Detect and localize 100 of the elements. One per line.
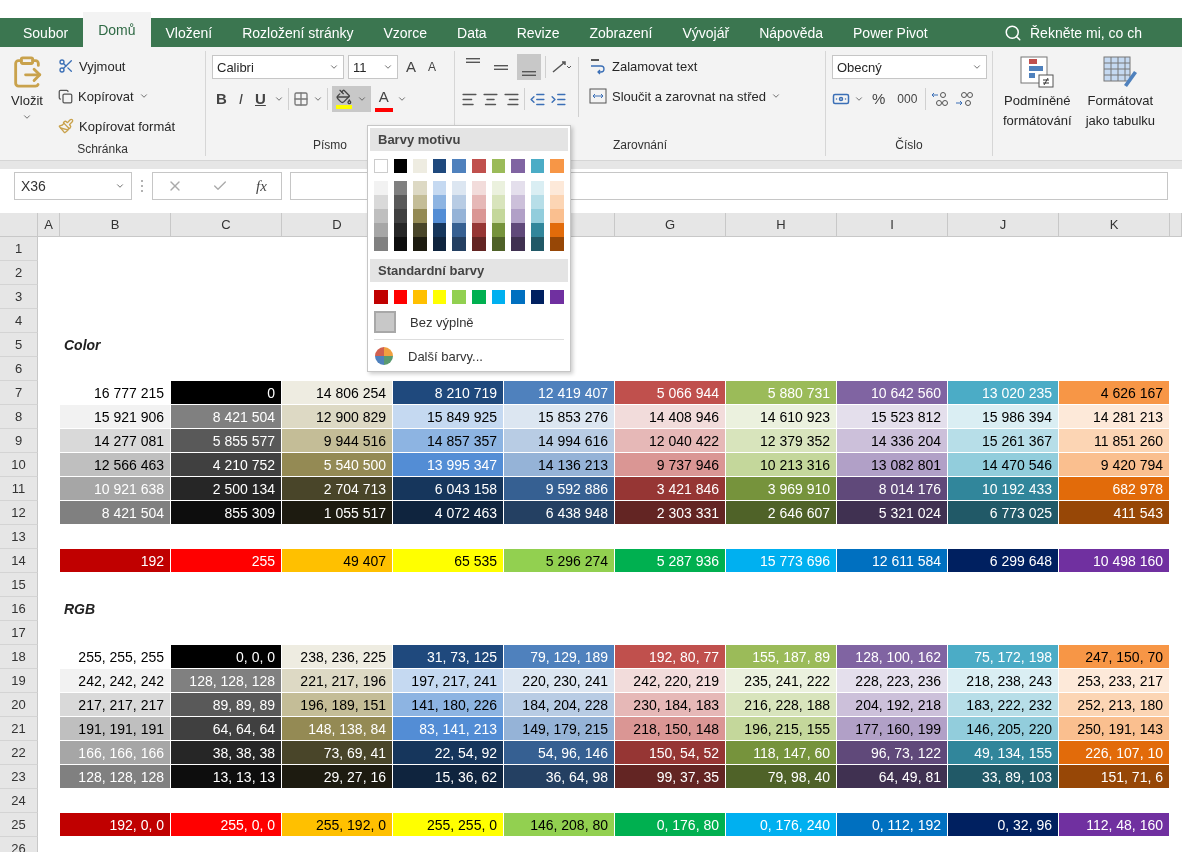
format-as-table-button[interactable]: Formátovat jako tabulku	[1081, 53, 1160, 131]
column-header[interactable]: G	[615, 213, 726, 237]
grow-font-button[interactable]: A	[402, 56, 420, 78]
color-swatch[interactable]	[530, 159, 545, 173]
row-number[interactable]: 13	[0, 525, 38, 549]
color-swatch[interactable]	[432, 159, 447, 173]
wrap-text-button[interactable]: Zalamovat text	[585, 53, 785, 79]
color-swatch[interactable]	[452, 290, 466, 304]
row-number[interactable]: 5	[0, 333, 38, 357]
row-number[interactable]: 9	[0, 429, 38, 453]
row-number[interactable]: 10	[0, 453, 38, 477]
color-swatch[interactable]	[393, 290, 408, 304]
color-swatch[interactable]	[413, 195, 427, 209]
bold-button[interactable]: B	[212, 88, 231, 110]
ribbon-tab[interactable]: Rozložení stránky	[227, 18, 369, 47]
color-swatch[interactable]	[491, 223, 506, 237]
shrink-font-button[interactable]: A	[424, 56, 441, 78]
ribbon-tab[interactable]: Soubor	[8, 18, 84, 47]
row-number[interactable]: 12	[0, 501, 38, 525]
row-number[interactable]: 3	[0, 285, 38, 309]
row-number[interactable]: 19	[0, 669, 38, 693]
color-swatch[interactable]	[511, 159, 525, 173]
column-header[interactable]: B	[60, 213, 171, 237]
color-swatch[interactable]	[471, 290, 486, 304]
color-swatch[interactable]	[393, 209, 408, 223]
font-size-field[interactable]: 11	[348, 55, 398, 79]
color-swatch[interactable]	[432, 237, 447, 251]
row-number[interactable]: 15	[0, 573, 38, 597]
column-header[interactable]: C	[171, 213, 282, 237]
color-swatch[interactable]	[413, 209, 427, 223]
column-header[interactable]: K	[1059, 213, 1170, 237]
ribbon-tab[interactable]: Data	[442, 18, 502, 47]
insert-function-button[interactable]: fx	[255, 177, 267, 195]
color-swatch[interactable]	[452, 237, 466, 251]
conditional-formatting-button[interactable]: Podmíněné formátování	[999, 53, 1076, 131]
row-number[interactable]: 6	[0, 357, 38, 381]
column-header[interactable]	[1170, 213, 1182, 237]
color-swatch[interactable]	[413, 237, 427, 251]
borders-icon[interactable]	[292, 91, 309, 107]
color-swatch[interactable]	[393, 159, 408, 173]
ribbon-tab[interactable]: Revize	[501, 18, 575, 47]
row-number[interactable]: 2	[0, 261, 38, 285]
row-number[interactable]: 14	[0, 549, 38, 573]
ribbon-tab[interactable]: Zobrazení	[574, 18, 668, 47]
no-fill-item[interactable]: Bez výplně	[370, 308, 568, 336]
column-header[interactable]: I	[837, 213, 948, 237]
row-number[interactable]: 25	[0, 813, 38, 837]
vertical-align-button[interactable]	[517, 54, 541, 80]
font-color-button[interactable]: A	[374, 86, 393, 112]
color-swatch[interactable]	[432, 209, 447, 223]
color-swatch[interactable]	[393, 181, 408, 195]
row-number[interactable]: 11	[0, 477, 38, 501]
increase-decimal-icon[interactable]	[930, 91, 951, 107]
ribbon-tab[interactable]: Vložení	[150, 18, 228, 47]
font-name-field[interactable]: Calibri	[212, 55, 344, 79]
color-swatch[interactable]	[471, 223, 486, 237]
column-header[interactable]: J	[948, 213, 1059, 237]
thousands-button[interactable]: 000	[893, 88, 922, 110]
color-swatch[interactable]	[452, 209, 466, 223]
copy-button[interactable]: Kopírovat	[54, 83, 180, 109]
ribbon-tab[interactable]: Domů	[83, 12, 151, 47]
ribbon-tab[interactable]: Power Pivot	[838, 18, 943, 47]
color-swatch[interactable]	[550, 223, 564, 237]
fill-color-button[interactable]	[331, 86, 371, 112]
color-swatch[interactable]	[374, 223, 388, 237]
row-number[interactable]: 21	[0, 717, 38, 741]
color-swatch[interactable]	[393, 237, 408, 251]
row-number[interactable]: 22	[0, 741, 38, 765]
row-number[interactable]: 7	[0, 381, 38, 405]
merge-center-button[interactable]: Sloučit a zarovnat na střed	[585, 83, 785, 109]
row-number[interactable]: 23	[0, 765, 38, 789]
underline-button[interactable]: U	[251, 88, 270, 110]
name-box[interactable]: X36	[14, 172, 132, 200]
orientation-icon[interactable]	[550, 59, 572, 75]
color-swatch[interactable]	[413, 223, 427, 237]
color-swatch[interactable]	[471, 237, 486, 251]
color-swatch[interactable]	[393, 223, 408, 237]
italic-button[interactable]: I	[234, 88, 247, 110]
color-swatch[interactable]	[374, 237, 388, 251]
color-swatch[interactable]	[530, 290, 545, 304]
column-header[interactable]: H	[726, 213, 837, 237]
color-swatch[interactable]	[374, 290, 388, 304]
color-swatch[interactable]	[550, 290, 564, 304]
color-swatch[interactable]	[511, 223, 525, 237]
row-number[interactable]: 17	[0, 621, 38, 645]
row-number[interactable]: 4	[0, 309, 38, 333]
more-colors-item[interactable]: Další barvy...	[370, 343, 568, 369]
tell-me-field[interactable]: Řekněte mi, co ch	[1028, 23, 1182, 42]
color-swatch[interactable]	[511, 209, 525, 223]
color-swatch[interactable]	[511, 237, 525, 251]
color-swatch[interactable]	[452, 223, 466, 237]
number-format-field[interactable]: Obecný	[832, 55, 987, 79]
color-swatch[interactable]	[550, 237, 564, 251]
color-swatch[interactable]	[491, 159, 506, 173]
color-swatch[interactable]	[432, 223, 447, 237]
ribbon-tab[interactable]: Nápověda	[744, 18, 838, 47]
color-swatch[interactable]	[530, 223, 545, 237]
cut-button[interactable]: Vyjmout	[54, 53, 180, 79]
select-all-corner[interactable]	[0, 213, 38, 237]
decrease-decimal-icon[interactable]	[954, 91, 975, 107]
